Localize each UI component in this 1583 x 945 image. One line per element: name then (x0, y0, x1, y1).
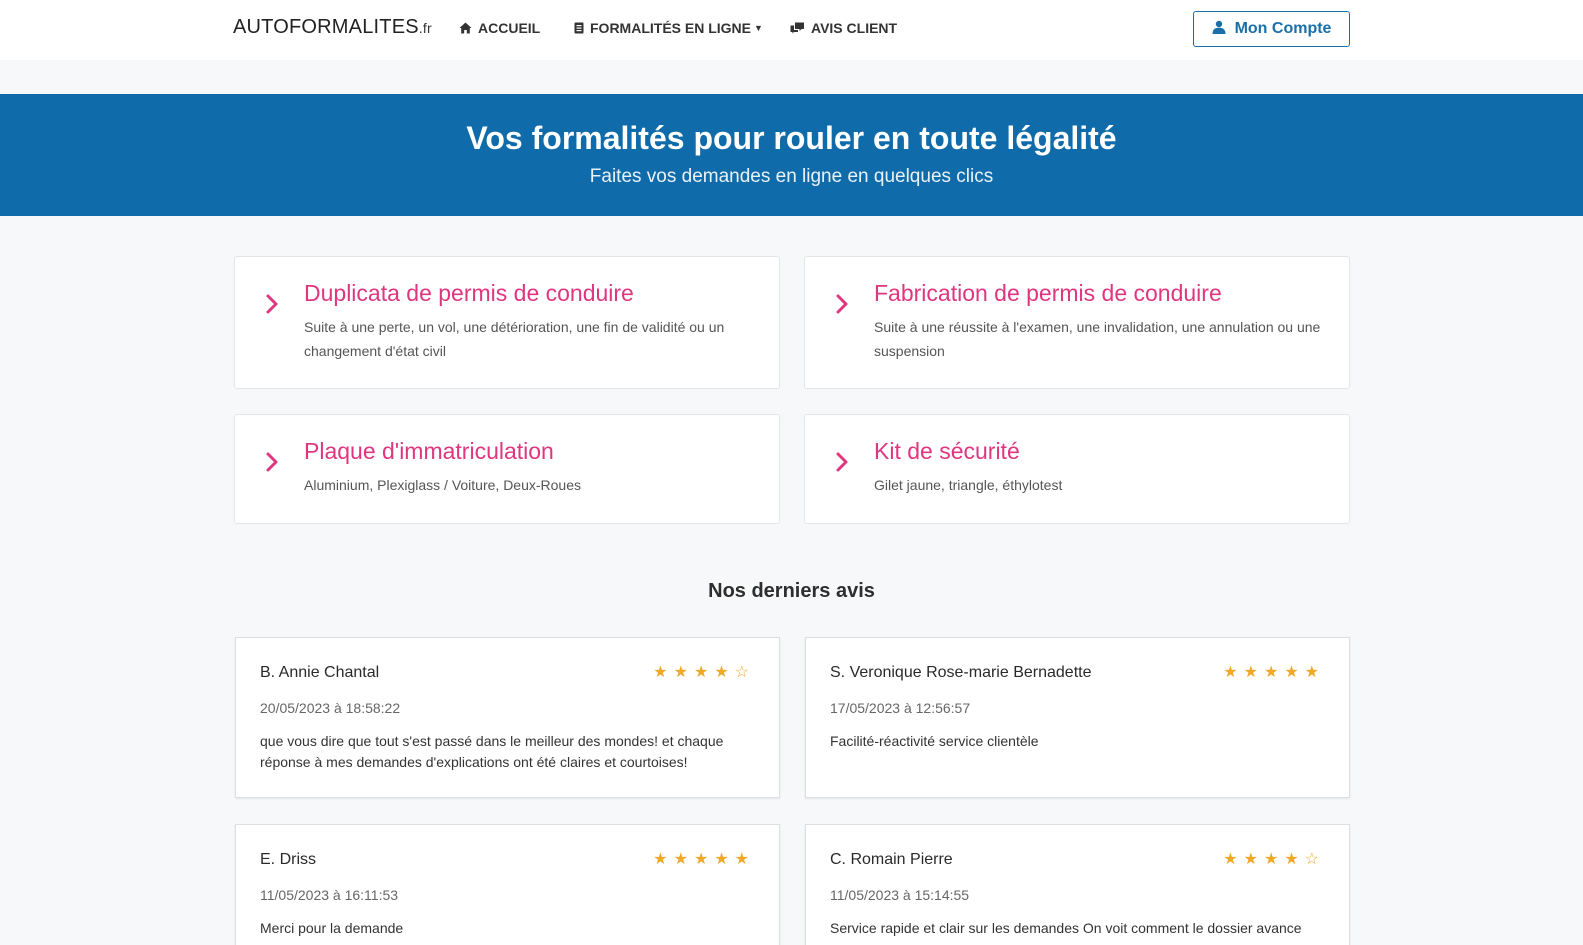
star-filled-icon: ★ (1223, 664, 1238, 681)
chevron-right-icon (265, 294, 279, 319)
star-filled-icon: ★ (1284, 664, 1299, 681)
service-description: Suite à une réussite à l'examen, une inv… (874, 319, 1321, 359)
service-card-duplicata[interactable]: Duplicata de permis de conduire Suite à … (234, 256, 780, 389)
star-rating: ★ ★ ★ ★ ☆ (653, 665, 749, 681)
reviews-section-title: Nos derniers avis (708, 580, 875, 602)
review-date: 11/05/2023 à 16:11:53 (260, 887, 399, 903)
service-title: Kit de sécurité (874, 438, 1020, 464)
star-filled-icon: ★ (1284, 851, 1299, 868)
review-card: E. Driss ★ ★ ★ ★ ★ 11/05/2023 à 16:11:53 Mer… (235, 824, 780, 945)
star-filled-icon: ★ (673, 851, 688, 868)
logo-tld: .fr (418, 20, 432, 36)
service-description: Gilet jaune, triangle, éthylotest (874, 477, 1063, 493)
site-logo[interactable]: AUTOFORMALITES.fr (233, 16, 432, 39)
review-text: Facilité-réactivité service clientèle (830, 733, 1039, 749)
home-icon (459, 22, 472, 34)
review-card: C. Romain Pierre ★ ★ ★ ★ ☆ 11/05/2023 à 15:1… (805, 824, 1350, 945)
star-rating: ★ ★ ★ ★ ☆ (1223, 852, 1319, 868)
review-card: B. Annie Chantal ★ ★ ★ ★ ☆ 20/05/2023 à 18:5… (235, 637, 780, 798)
chevron-right-icon (265, 452, 279, 477)
review-date: 17/05/2023 à 12:56:57 (830, 700, 971, 716)
caret-down-icon: ▼ (754, 23, 763, 33)
chevron-right-icon (835, 452, 849, 477)
star-filled-icon: ★ (734, 851, 749, 868)
service-description: Suite à une perte, un vol, une détériora… (304, 319, 725, 359)
reviewer-name: C. Romain Pierre (830, 851, 953, 868)
comments-icon (790, 22, 805, 34)
star-filled-icon: ★ (1223, 851, 1238, 868)
star-filled-icon: ★ (1263, 664, 1279, 681)
hero-title: Vos formalités pour rouler en toute léga… (466, 120, 1117, 156)
service-card-kit-securite[interactable]: Kit de sécurité Gilet jaune, triangle, é… (804, 414, 1350, 524)
service-title: Duplicata de permis de conduire (304, 280, 634, 306)
review-date: 20/05/2023 à 18:58:22 (260, 700, 401, 716)
star-empty-icon: ☆ (1304, 851, 1319, 868)
nav-item-avis-client[interactable]: AVIS CLIENT (790, 20, 897, 36)
chevron-right-icon (835, 294, 849, 319)
star-rating: ★ ★ ★ ★ ★ (1223, 665, 1319, 681)
star-filled-icon: ★ (673, 664, 688, 681)
hero-banner: Vos formalités pour rouler en toute léga… (0, 94, 1583, 216)
nav-item-accueil[interactable]: ACCUEIL (459, 20, 540, 36)
review-card: S. Veronique Rose-marie Bernadette ★ ★ ★ ★ ★… (805, 637, 1350, 798)
service-title: Fabrication de permis de conduire (874, 280, 1222, 306)
my-account-label: Mon Compte (1234, 20, 1332, 37)
star-filled-icon: ★ (714, 851, 729, 868)
nav-label-avis: AVIS CLIENT (811, 20, 898, 36)
star-filled-icon: ★ (693, 851, 709, 868)
star-empty-icon: ☆ (734, 664, 749, 681)
star-filled-icon: ★ (653, 664, 668, 681)
service-description: Aluminium, Plexiglass / Voiture, Deux-Ro… (304, 477, 582, 493)
logo-name: AUTOFORMALITES (233, 16, 419, 38)
review-text: que vous dire que tout s'est passé dans … (260, 733, 724, 770)
star-filled-icon: ★ (1304, 664, 1319, 681)
nav-item-formalites[interactable]: FORMALITÉS EN LIGNE ▼ (574, 20, 763, 36)
hero-subtitle: Faites vos demandes en ligne en quelques… (589, 166, 994, 187)
service-card-plaque[interactable]: Plaque d'immatriculation Aluminium, Plex… (234, 414, 780, 524)
star-filled-icon: ★ (1263, 851, 1279, 868)
reviewer-name: E. Driss (260, 851, 316, 868)
star-filled-icon: ★ (653, 851, 668, 868)
review-date: 11/05/2023 à 15:14:55 (830, 887, 970, 903)
star-filled-icon: ★ (714, 664, 729, 681)
top-navbar: AUTOFORMALITES.fr ACCUEIL FORMALITÉS EN … (0, 0, 1583, 60)
reviewer-name: S. Veronique Rose-marie Bernadette (830, 664, 1092, 681)
service-title: Plaque d'immatriculation (304, 438, 554, 464)
service-card-fabrication[interactable]: Fabrication de permis de conduire Suite … (804, 256, 1350, 389)
star-rating: ★ ★ ★ ★ ★ (653, 852, 749, 868)
user-icon (1212, 20, 1226, 39)
review-text: Merci pour la demande (260, 920, 404, 936)
nav-label-accueil: ACCUEIL (478, 20, 541, 36)
review-text: Service rapide et clair sur les demandes… (830, 920, 1302, 936)
nav-label-formalites: FORMALITÉS EN LIGNE (590, 20, 751, 36)
star-filled-icon: ★ (1243, 664, 1258, 681)
document-icon (574, 22, 584, 34)
reviewer-name: B. Annie Chantal (260, 664, 380, 681)
my-account-button[interactable]: Mon Compte (1193, 11, 1350, 47)
star-filled-icon: ★ (1243, 851, 1258, 868)
star-filled-icon: ★ (693, 664, 709, 681)
